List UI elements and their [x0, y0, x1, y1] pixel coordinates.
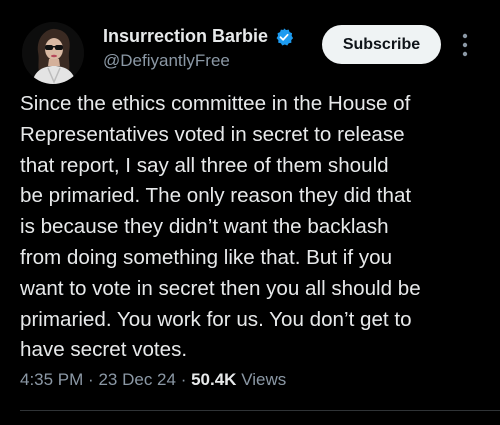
verified-badge-icon [274, 27, 294, 47]
author-name-row: Insurrection Barbie [103, 26, 294, 47]
avatar[interactable] [22, 22, 84, 84]
divider [20, 410, 500, 411]
tweet-text-line: have secret votes. [20, 338, 188, 362]
views-label: Views [241, 370, 287, 389]
tweet-text-line: Since the ethics committee in the House … [20, 92, 411, 115]
tweet-text-line: be primaried. The only reason they did t… [20, 184, 412, 208]
tweet-card: Insurrection Barbie @DefiyantlyFree Subs… [0, 0, 500, 425]
tweet-text-line: Representatives voted in secret to relea… [20, 122, 405, 146]
more-options-icon[interactable] [458, 32, 472, 58]
tweet-text-line: that report, I say all three of them sho… [20, 153, 389, 177]
meta-separator: · [88, 370, 94, 389]
profile-photo-icon [22, 22, 84, 84]
tweet-text-line: primaried. You work for us. You don’t ge… [20, 307, 412, 331]
author-display-name[interactable]: Insurrection Barbie [103, 26, 268, 47]
author-handle[interactable]: @DefiyantlyFree [103, 51, 230, 71]
tweet-text: Since the ethics committee in the House … [20, 89, 490, 366]
meta-separator: · [180, 370, 187, 389]
views-count[interactable]: 50.4K [191, 370, 236, 389]
subscribe-button[interactable]: Subscribe [322, 25, 441, 64]
tweet-time[interactable]: 4:35 PM [20, 370, 83, 389]
tweet-text-line: want to vote in secret then you all shou… [20, 276, 421, 300]
tweet-text-line: from doing something like that. But if y… [20, 245, 393, 269]
tweet-date[interactable]: 23 Dec 24 [98, 370, 176, 389]
tweet-text-line: is because they didn’t want the backlash [20, 215, 389, 239]
tweet-meta: 4:35 PM · 23 Dec 24 · 50.4K Views [20, 370, 286, 390]
